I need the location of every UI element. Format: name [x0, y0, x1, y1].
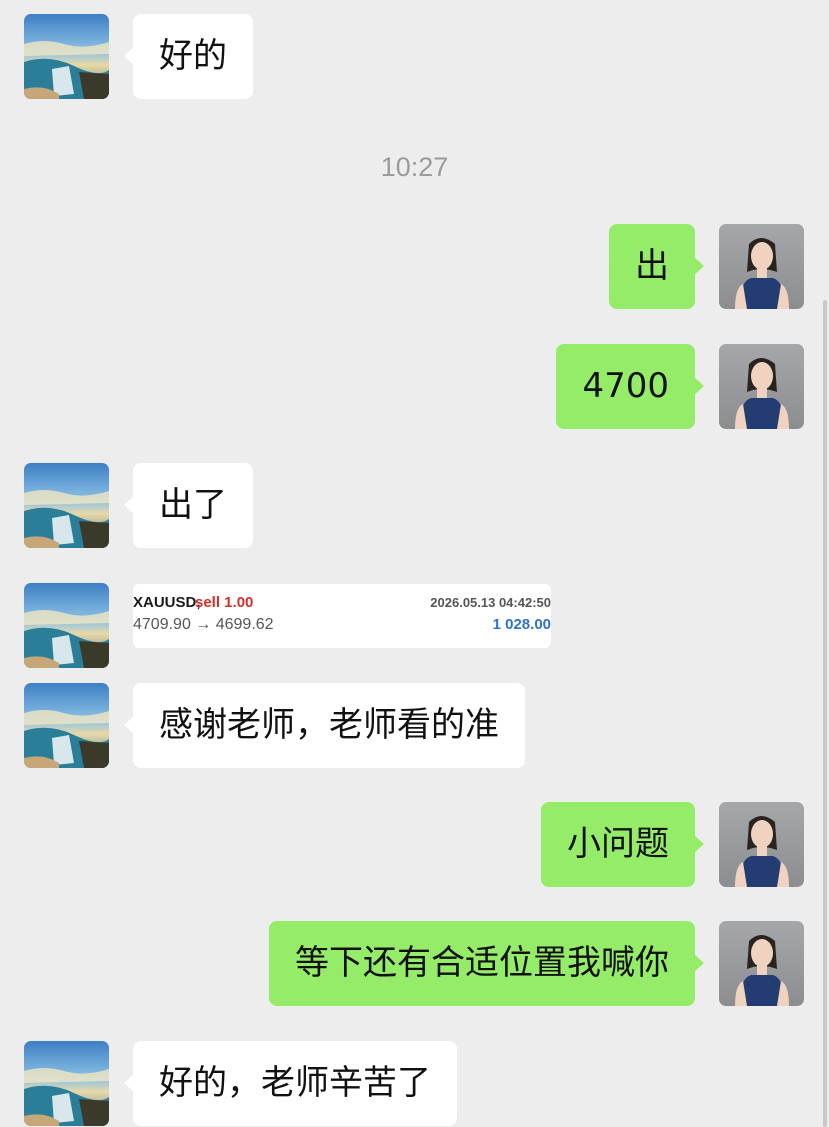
- ocean-waterfall-avatar-icon: [24, 583, 109, 668]
- chat-bubble-incoming[interactable]: 出了: [124, 463, 253, 548]
- self-avatar[interactable]: [719, 802, 804, 887]
- chat-bubble-incoming[interactable]: 好的，老师辛苦了: [124, 1041, 457, 1126]
- chat-bubble-outgoing[interactable]: 等下还有合适位置我喊你: [269, 921, 704, 1006]
- trade-side: sell 1.00: [195, 594, 254, 611]
- contact-avatar[interactable]: [24, 683, 109, 768]
- trade-detail-row: 4709.90 → 4699.62 1 028.00: [133, 616, 551, 636]
- ocean-waterfall-avatar-icon: [24, 14, 109, 99]
- scrollbar[interactable]: [823, 300, 827, 1127]
- woman-portrait-avatar-icon: [719, 344, 804, 429]
- contact-avatar[interactable]: [24, 463, 109, 548]
- message-text: 出: [635, 246, 669, 286]
- chat-bubble-outgoing[interactable]: 4700: [556, 344, 704, 429]
- woman-portrait-avatar-icon: [719, 921, 804, 1006]
- ocean-waterfall-avatar-icon: [24, 463, 109, 548]
- message-text: 好的，老师辛苦了: [159, 1063, 431, 1103]
- chat-bubble-outgoing[interactable]: 小问题: [541, 802, 704, 887]
- message-text: 等下还有合适位置我喊你: [295, 943, 669, 983]
- ocean-waterfall-avatar-icon: [24, 1041, 109, 1126]
- trade-profit: 1 028.00: [492, 616, 551, 633]
- message-text: 小问题: [567, 824, 669, 864]
- self-avatar[interactable]: [719, 344, 804, 429]
- message-text: 4700: [582, 366, 669, 406]
- contact-avatar[interactable]: [24, 1041, 109, 1126]
- chat-bubble-outgoing[interactable]: 出: [609, 224, 704, 309]
- self-avatar[interactable]: [719, 224, 804, 309]
- trade-symbol: XAUUSD,: [133, 594, 201, 611]
- chat-bubble-incoming[interactable]: 感谢老师，老师看的准: [124, 683, 525, 768]
- woman-portrait-avatar-icon: [719, 224, 804, 309]
- woman-portrait-avatar-icon: [719, 802, 804, 887]
- ocean-waterfall-avatar-icon: [24, 683, 109, 768]
- trade-screenshot-card[interactable]: XAUUSD, sell 1.00 2026.05.13 04:42:50 47…: [133, 584, 551, 648]
- message-text: 出了: [159, 485, 227, 525]
- message-text: 好的: [159, 36, 227, 76]
- trade-time: 2026.05.13 04:42:50: [430, 595, 551, 610]
- self-avatar[interactable]: [719, 921, 804, 1006]
- trade-prices: 4709.90 → 4699.62: [133, 616, 274, 633]
- trade-header-row: XAUUSD, sell 1.00 2026.05.13 04:42:50: [133, 594, 551, 614]
- contact-avatar[interactable]: [24, 583, 109, 668]
- chat-bubble-incoming[interactable]: 好的: [124, 14, 253, 99]
- chat-timestamp: 10:27: [380, 152, 449, 182]
- message-text: 感谢老师，老师看的准: [159, 705, 499, 745]
- contact-avatar[interactable]: [24, 14, 109, 99]
